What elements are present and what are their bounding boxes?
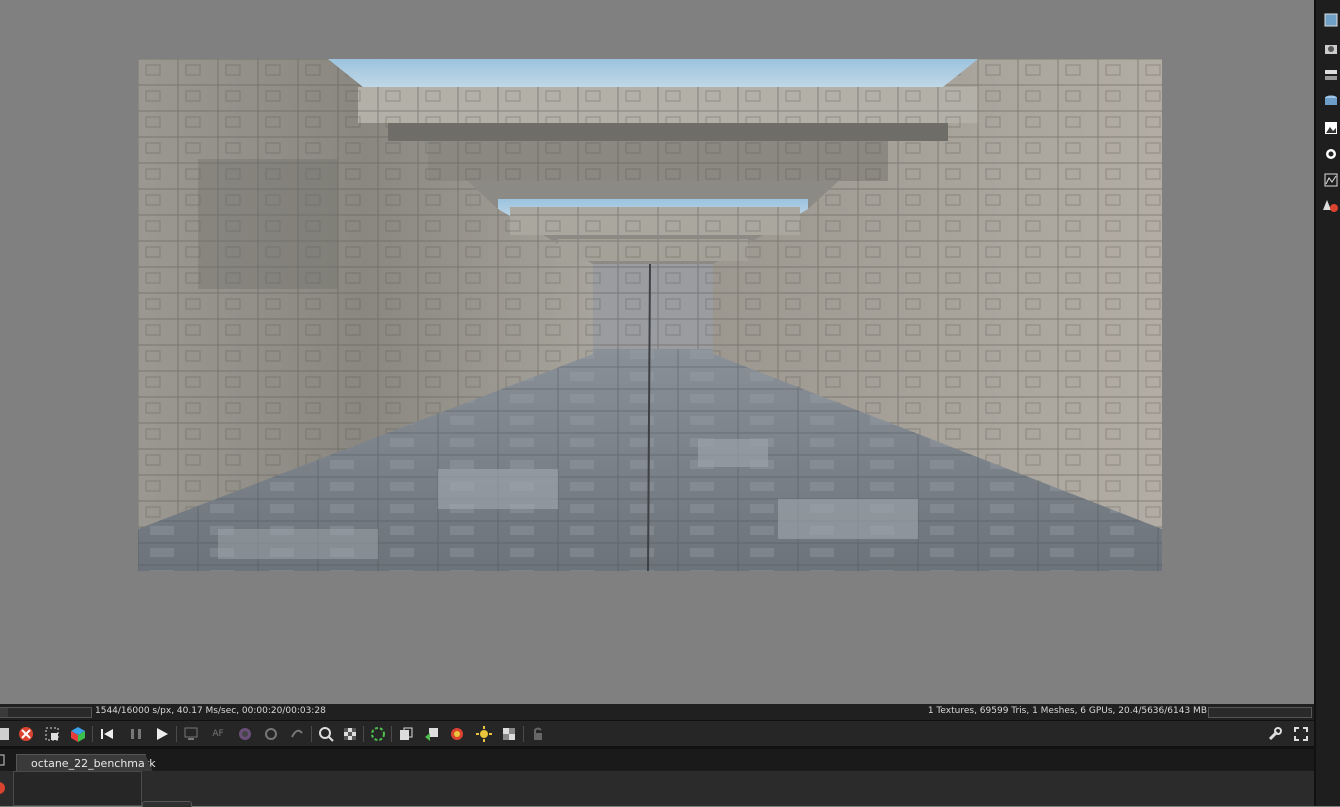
refresh-icon[interactable] <box>262 725 280 743</box>
render-image-icon[interactable] <box>1323 12 1339 28</box>
material-icon[interactable] <box>1323 198 1339 214</box>
copy-icon[interactable] <box>397 725 415 743</box>
sun-icon[interactable] <box>1323 146 1339 162</box>
render-image-graphic <box>138 59 1162 571</box>
status-bar: 1544/16000 s/px, 40.17 Ms/sec, 00:00:20/… <box>0 704 1314 720</box>
material-picker-icon[interactable] <box>500 725 518 743</box>
spinner-icon[interactable] <box>369 725 387 743</box>
node-tool-icon[interactable] <box>0 752 6 766</box>
graph-tab-stub[interactable] <box>142 801 192 807</box>
af-icon[interactable]: AF <box>209 725 227 743</box>
render-stats-text: 1544/16000 s/px, 40.17 Ms/sec, 00:00:20/… <box>95 706 326 716</box>
histogram-icon[interactable] <box>1323 172 1339 188</box>
scene-stats-text: 1 Textures, 69599 Tris, 1 Meshes, 6 GPUs… <box>927 706 1207 716</box>
toolbar-separator <box>391 726 392 742</box>
layer-icon[interactable] <box>1323 67 1339 83</box>
render-toolbar: AF <box>0 720 1314 746</box>
toolbar-separator <box>92 726 93 742</box>
render-viewport[interactable] <box>0 0 1314 704</box>
node-graph-panel[interactable] <box>0 771 1314 807</box>
right-toolbar <box>1314 0 1340 806</box>
checker-icon[interactable] <box>341 725 359 743</box>
wrench-icon[interactable] <box>1266 725 1284 743</box>
close-node-icon[interactable] <box>0 780 6 794</box>
lock-icon[interactable] <box>529 725 547 743</box>
toolbar-separator <box>176 726 177 742</box>
object-icon[interactable] <box>1323 93 1339 109</box>
render-progress-bar <box>0 707 92 718</box>
color-picker-icon[interactable] <box>448 725 466 743</box>
fullscreen-icon[interactable] <box>1292 725 1310 743</box>
memory-progress-bar <box>1208 707 1312 718</box>
toolbar-separator <box>523 726 524 742</box>
color-wheel-icon[interactable] <box>236 725 254 743</box>
light-icon[interactable] <box>475 725 493 743</box>
export-icon[interactable] <box>423 725 441 743</box>
toolbar-separator <box>363 726 364 742</box>
rgb-cube-icon[interactable] <box>69 725 87 743</box>
play-icon[interactable] <box>153 725 171 743</box>
reset-camera-icon[interactable] <box>17 725 35 743</box>
stop-render-icon[interactable] <box>0 725 12 743</box>
rotate-icon[interactable] <box>288 725 306 743</box>
graph-preview-box <box>13 771 142 806</box>
image-icon[interactable] <box>1323 120 1339 136</box>
toolbar-separator <box>311 726 312 742</box>
scene-tabs-bar: octane_22_benchmark <box>0 746 1314 774</box>
zoom-icon[interactable] <box>317 725 335 743</box>
region-render-icon[interactable] <box>43 725 61 743</box>
camera-icon[interactable] <box>1323 40 1339 56</box>
restart-render-icon[interactable] <box>98 725 116 743</box>
render-image[interactable] <box>138 59 1162 571</box>
render-progress-fill <box>0 708 8 717</box>
pause-icon[interactable] <box>127 725 145 743</box>
display-icon[interactable] <box>182 725 200 743</box>
